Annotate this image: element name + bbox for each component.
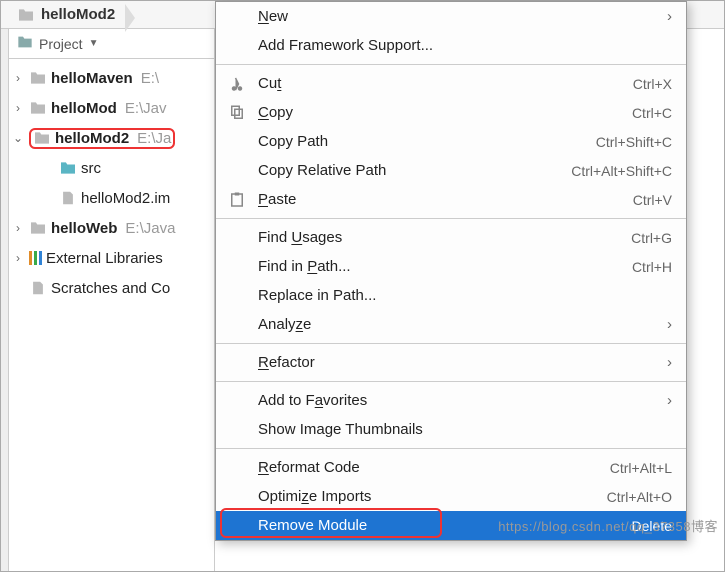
menu-separator: [216, 218, 686, 219]
menu-item-reformat-code[interactable]: Reformat Code Ctrl+Alt+L: [216, 453, 686, 482]
cut-icon: [228, 75, 246, 93]
submenu-arrow-icon: ›: [667, 354, 672, 371]
breadcrumb-item[interactable]: helloMod2: [7, 4, 135, 25]
scratches-icon: [29, 281, 47, 295]
module-icon: [29, 221, 47, 235]
project-tree: › helloMaven E:\ › helloMod E:\Jav ⌄ hel…: [9, 59, 214, 307]
project-panel-title: Project: [39, 36, 83, 52]
folder-icon: [17, 8, 35, 22]
project-view-icon: [17, 35, 33, 52]
module-icon: [29, 101, 47, 115]
menu-separator: [216, 381, 686, 382]
menu-item-show-thumbnails[interactable]: Show Image Thumbnails: [216, 415, 686, 444]
menu-separator: [216, 448, 686, 449]
chevron-down-icon: ⌄: [11, 131, 25, 145]
menu-item-replace-in-path[interactable]: Replace in Path...: [216, 281, 686, 310]
breadcrumb-label: helloMod2: [41, 6, 115, 23]
tree-item-scratches[interactable]: › Scratches and Co: [9, 273, 214, 303]
menu-item-analyze[interactable]: Analyze ›: [216, 310, 686, 339]
tree-item-external-libraries[interactable]: › External Libraries: [9, 243, 214, 273]
menu-item-copy-relative-path[interactable]: Copy Relative Path Ctrl+Alt+Shift+C: [216, 156, 686, 185]
project-panel-header[interactable]: Project ▼: [9, 29, 214, 59]
menu-separator: [216, 343, 686, 344]
chevron-right-icon: ›: [11, 221, 25, 235]
source-folder-icon: [59, 161, 77, 175]
left-gutter: [1, 29, 9, 571]
context-menu: New › Add Framework Support... Cut Ctrl+…: [215, 1, 687, 541]
menu-item-add-framework[interactable]: Add Framework Support...: [216, 31, 686, 60]
chevron-down-icon: ▼: [89, 38, 99, 49]
copy-icon: [228, 104, 246, 122]
menu-item-paste[interactable]: Paste Ctrl+V: [216, 185, 686, 214]
menu-item-cut[interactable]: Cut Ctrl+X: [216, 69, 686, 98]
tree-item-helloMod2[interactable]: ⌄ helloMod2 E:\Ja: [9, 123, 214, 153]
menu-item-add-to-favorites[interactable]: Add to Favorites ›: [216, 386, 686, 415]
menu-item-refactor[interactable]: Refactor ›: [216, 348, 686, 377]
tree-item-helloMod[interactable]: › helloMod E:\Jav: [9, 93, 214, 123]
submenu-arrow-icon: ›: [667, 392, 672, 409]
tree-item-helloWeb[interactable]: › helloWeb E:\Java: [9, 213, 214, 243]
menu-item-new[interactable]: New ›: [216, 2, 686, 31]
chevron-right-icon: ›: [11, 101, 25, 115]
tree-item-src[interactable]: src: [9, 153, 214, 183]
paste-icon: [228, 191, 246, 209]
menu-item-optimize-imports[interactable]: Optimize Imports Ctrl+Alt+O: [216, 482, 686, 511]
menu-item-copy-path[interactable]: Copy Path Ctrl+Shift+C: [216, 127, 686, 156]
module-icon: [33, 131, 51, 145]
menu-item-copy[interactable]: Copy Ctrl+C: [216, 98, 686, 127]
submenu-arrow-icon: ›: [667, 316, 672, 333]
menu-separator: [216, 64, 686, 65]
chevron-right-icon: ›: [11, 251, 25, 265]
menu-item-remove-module[interactable]: Remove Module Delete: [216, 511, 686, 540]
tree-item-helloMaven[interactable]: › helloMaven E:\: [9, 63, 214, 93]
tree-item-iml[interactable]: helloMod2.im: [9, 183, 214, 213]
menu-item-find-usages[interactable]: Find Usages Ctrl+G: [216, 223, 686, 252]
project-tool-window: Project ▼ › helloMaven E:\ › helloMod E:…: [9, 29, 215, 571]
iml-file-icon: [59, 191, 77, 205]
submenu-arrow-icon: ›: [667, 8, 672, 25]
chevron-right-icon: ›: [11, 71, 25, 85]
menu-item-find-in-path[interactable]: Find in Path... Ctrl+H: [216, 252, 686, 281]
libraries-icon: [29, 251, 42, 265]
module-icon: [29, 71, 47, 85]
